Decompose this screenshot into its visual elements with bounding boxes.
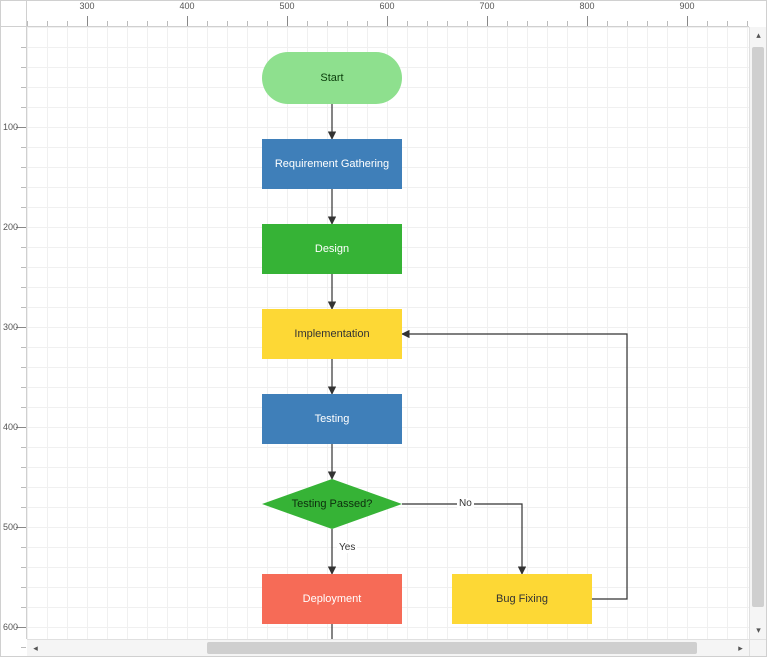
node-label: Deployment xyxy=(303,593,362,605)
scroll-right-button[interactable]: ▸ xyxy=(732,640,749,657)
ruler-vertical[interactable]: 100 200 300 400 500 600 xyxy=(1,27,27,639)
node-label: Implementation xyxy=(294,328,369,340)
node-testing[interactable]: Testing xyxy=(262,394,402,444)
ruler-h-tick-label: 800 xyxy=(579,1,594,11)
ruler-horizontal[interactable]: 300 400 500 600 700 800 900 xyxy=(27,1,749,27)
node-impl[interactable]: Implementation xyxy=(262,309,402,359)
node-deploy[interactable]: Deployment xyxy=(262,574,402,624)
ruler-corner xyxy=(1,1,27,27)
scroll-up-button[interactable]: ▴ xyxy=(750,27,767,44)
ruler-v-tick-label: 600 xyxy=(3,622,18,632)
ruler-h-tick-label: 900 xyxy=(679,1,694,11)
node-label: Testing xyxy=(315,413,350,425)
node-label: Requirement Gathering xyxy=(275,158,389,170)
horizontal-scrollbar[interactable]: ◂ ▸ xyxy=(27,639,749,656)
ruler-v-tick-label: 500 xyxy=(3,522,18,532)
node-label: Design xyxy=(315,243,349,255)
scroll-down-button[interactable]: ▾ xyxy=(750,622,767,639)
node-label: Bug Fixing xyxy=(496,593,548,605)
node-design[interactable]: Design xyxy=(262,224,402,274)
ruler-h-tick-label: 500 xyxy=(279,1,294,11)
ruler-h-tick-label: 600 xyxy=(379,1,394,11)
horizontal-scroll-thumb[interactable] xyxy=(207,642,697,654)
ruler-v-tick-label: 400 xyxy=(3,422,18,432)
canvas-viewport[interactable]: Start Requirement Gathering Design Implemen… xyxy=(27,27,749,639)
vertical-scroll-thumb[interactable] xyxy=(752,47,764,607)
node-req[interactable]: Requirement Gathering xyxy=(262,139,402,189)
node-decision[interactable]: Testing Passed? xyxy=(262,479,402,529)
ruler-v-tick-label: 300 xyxy=(3,322,18,332)
scrollbar-corner xyxy=(749,639,766,656)
vertical-scrollbar[interactable]: ▴ ▾ xyxy=(749,27,766,639)
ruler-h-tick-label: 300 xyxy=(79,1,94,11)
ruler-h-tick-label: 700 xyxy=(479,1,494,11)
node-label: Testing Passed? xyxy=(292,498,373,510)
diagram-surface[interactable]: 300 400 500 600 700 800 900 100 200 300 400 500 600… xyxy=(0,0,767,657)
ruler-h-tick-label: 400 xyxy=(179,1,194,11)
edge-label-no: No xyxy=(457,498,474,509)
scroll-left-button[interactable]: ◂ xyxy=(27,640,44,657)
ruler-v-tick-label: 100 xyxy=(3,122,18,132)
ruler-v-tick-label: 200 xyxy=(3,222,18,232)
node-start[interactable]: Start xyxy=(262,52,402,104)
node-bugfix[interactable]: Bug Fixing xyxy=(452,574,592,624)
edge-label-yes: Yes xyxy=(337,542,357,553)
node-label: Start xyxy=(320,72,343,84)
